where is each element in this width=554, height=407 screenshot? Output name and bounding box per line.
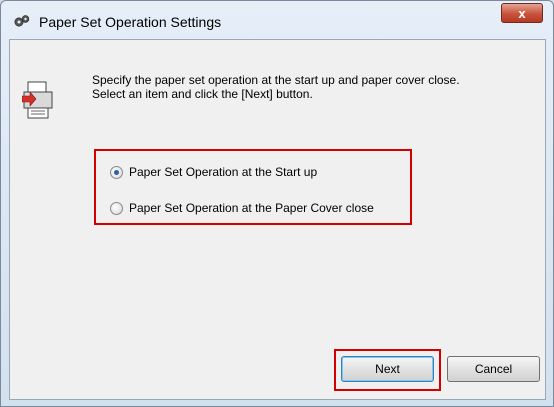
next-button[interactable]: Next xyxy=(341,356,434,382)
printer-icon xyxy=(22,81,53,119)
dialog-window: Paper Set Operation Settings x Specify t… xyxy=(0,0,554,407)
option-start-up[interactable]: Paper Set Operation at the Start up xyxy=(110,165,317,179)
window-title: Paper Set Operation Settings xyxy=(39,14,222,30)
radio-paper-cover-close[interactable] xyxy=(110,201,123,215)
title-bar[interactable]: Paper Set Operation Settings x xyxy=(1,1,553,39)
option-paper-cover-close[interactable]: Paper Set Operation at the Paper Cover c… xyxy=(110,201,374,215)
instructions-text: Specify the paper set operation at the s… xyxy=(92,73,532,101)
close-icon: x xyxy=(518,5,526,21)
radio-start-up[interactable] xyxy=(110,165,123,179)
operation-option-group: Paper Set Operation at the Start up Pape… xyxy=(94,149,412,225)
instruction-line-2: Select an item and click the [Next] butt… xyxy=(92,87,313,101)
option-paper-cover-close-label: Paper Set Operation at the Paper Cover c… xyxy=(129,201,374,215)
instruction-line-1: Specify the paper set operation at the s… xyxy=(92,73,460,87)
close-button[interactable]: x xyxy=(501,3,543,23)
cancel-button[interactable]: Cancel xyxy=(447,356,540,382)
gear-icon xyxy=(14,15,30,27)
radio-selected-dot xyxy=(114,169,119,175)
dialog-body: Specify the paper set operation at the s… xyxy=(9,39,546,400)
option-start-up-label: Paper Set Operation at the Start up xyxy=(129,165,318,179)
